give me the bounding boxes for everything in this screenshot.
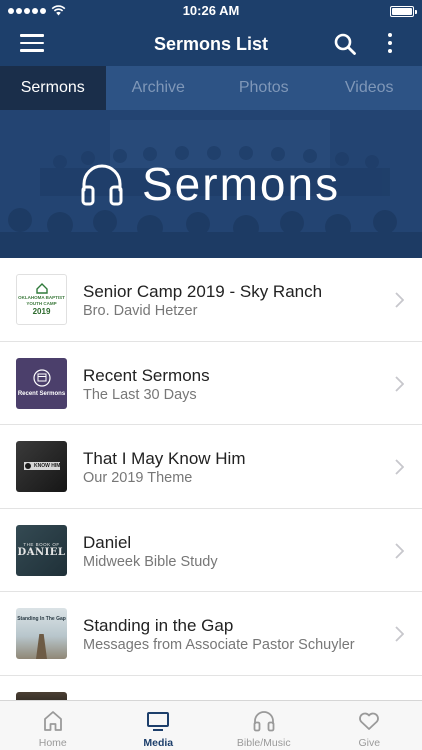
banner-content: Sermons: [78, 158, 340, 210]
tab-bible-music[interactable]: Bible/Music: [211, 701, 317, 750]
thumbnail-text: 2019: [32, 307, 51, 316]
calendar-icon: [32, 369, 51, 387]
tab-home[interactable]: Home: [0, 701, 106, 750]
list-item[interactable]: KNOW HIM That I May Know Him Our 2019 Th…: [0, 425, 422, 509]
home-icon: [43, 711, 62, 731]
series-thumbnail: THE BOOK OF DANIEL: [16, 524, 67, 576]
tab-give[interactable]: Give: [317, 701, 422, 750]
series-subtitle: Midweek Bible Study: [83, 553, 218, 570]
thumbnail-text: Standing In The Gap: [17, 616, 66, 622]
series-title: That I May Know Him: [83, 449, 246, 468]
tv-icon: [147, 712, 170, 731]
content-tabs: Sermons Archive Photos Videos: [0, 66, 422, 110]
chevron-right-icon: [395, 292, 404, 308]
thumbnail-text: OKLAHOMA BAPTIST: [18, 295, 65, 300]
tab-media[interactable]: Media: [106, 701, 212, 750]
series-thumbnail: OKLAHOMA BAPTIST YOUTH CAMP 2019: [16, 274, 67, 325]
tab-sermons[interactable]: Sermons: [0, 66, 106, 110]
series-thumbnail: KNOW HIM: [16, 441, 67, 492]
bottom-tab-bar: Home Media Bible/Music Give: [0, 700, 422, 750]
thumbnail-text: KNOW HIM: [34, 463, 61, 469]
headphones-icon: [81, 164, 123, 206]
tab-archive[interactable]: Archive: [106, 66, 212, 110]
tab-videos[interactable]: Videos: [317, 66, 422, 110]
series-title: Recent Sermons: [83, 365, 210, 385]
thumbnail-text: YOUTH CAMP: [26, 301, 57, 306]
tab-photos[interactable]: Photos: [211, 66, 317, 110]
chevron-right-icon: [395, 459, 404, 475]
thumbnail-text: Recent Sermons: [17, 391, 66, 397]
list-item[interactable]: OKLAHOMA BAPTIST YOUTH CAMP 2019 Senior …: [0, 258, 422, 342]
series-title: Senior Camp 2019 - Sky Ranch: [83, 282, 323, 301]
tab-label: Media: [143, 737, 174, 749]
chevron-right-icon: [395, 542, 404, 559]
list-item[interactable]: Recent Sermons Recent Sermons The Last 3…: [0, 342, 422, 425]
heart-icon: [359, 712, 380, 730]
series-subtitle: Our 2019 Theme: [83, 470, 193, 486]
list-item[interactable]: THE BOOK OF DANIEL Daniel Midweek Bible …: [0, 509, 422, 592]
sermon-series-list: OKLAHOMA BAPTIST YOUTH CAMP 2019 Senior …: [0, 258, 422, 706]
more-options-icon[interactable]: [380, 32, 400, 56]
series-title: Daniel: [83, 532, 132, 552]
chevron-right-icon: [395, 626, 404, 642]
series-thumbnail: Recent Sermons: [16, 357, 67, 409]
search-icon[interactable]: [333, 32, 357, 56]
tab-label: Bible/Music: [236, 737, 291, 749]
tab-label: Home: [38, 737, 67, 749]
series-subtitle: Messages from Associate Pastor Schuyler: [83, 637, 355, 653]
tab-label: Give: [358, 737, 381, 749]
series-title: Standing in the Gap: [83, 616, 234, 635]
headphones-icon: [253, 711, 275, 732]
camp-logo-icon: [35, 283, 48, 294]
page-title: Sermons List: [153, 34, 269, 54]
list-item[interactable]: Standing In The Gap Standing in the Gap …: [0, 592, 422, 676]
series-thumbnail: Standing In The Gap: [16, 608, 67, 659]
thumbnail-text: DANIEL: [17, 547, 66, 558]
status-time: 10:26 AM: [182, 3, 240, 18]
series-subtitle: Bro. David Hetzer: [83, 303, 198, 319]
battery-icon: [390, 6, 417, 17]
sermons-banner: Sermons: [0, 110, 422, 258]
banner-title: Sermons: [142, 158, 341, 210]
status-bar: 10:26 AM: [0, 0, 422, 22]
series-subtitle: The Last 30 Days: [83, 386, 197, 403]
nav-bar: Sermons List: [0, 22, 422, 66]
chevron-right-icon: [395, 375, 404, 392]
